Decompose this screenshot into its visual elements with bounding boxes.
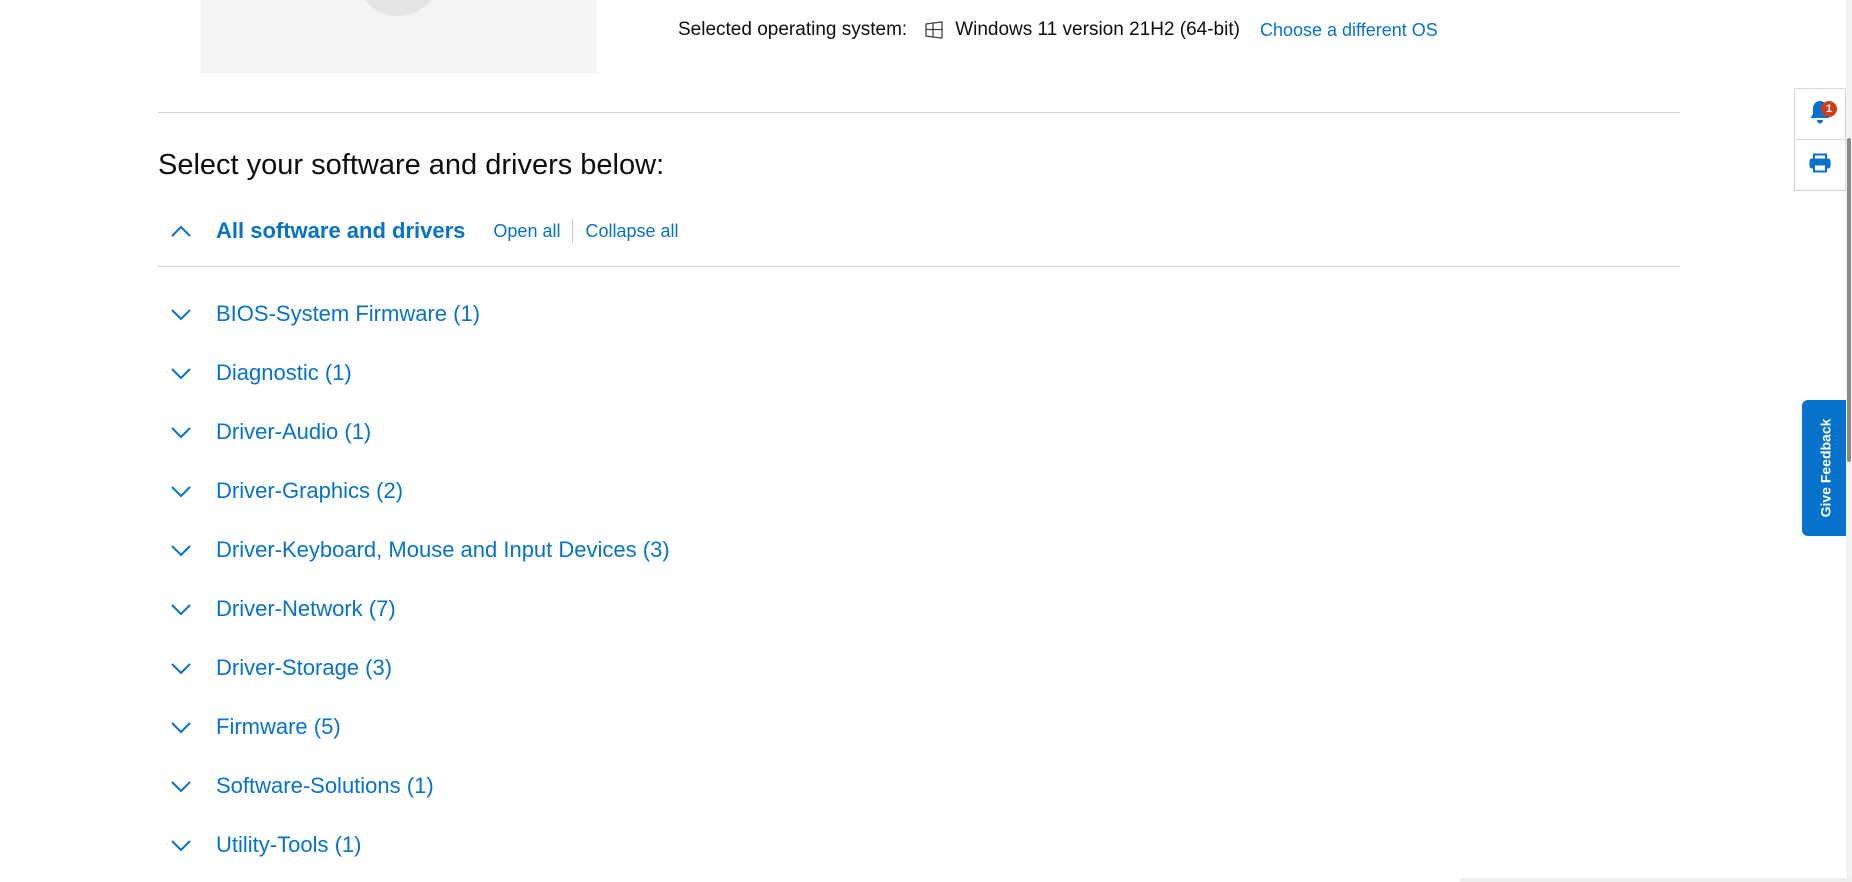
chevron-down-icon[interactable] <box>158 353 216 393</box>
category-item[interactable]: Firmware (5) <box>158 707 670 766</box>
all-software-toggle[interactable]: All software and drivers <box>216 218 465 244</box>
action-separator <box>572 219 574 243</box>
category-item[interactable]: BIOS-System Firmware (1) <box>158 294 670 353</box>
category-item[interactable]: Software-Solutions (1) <box>158 766 670 825</box>
printer-icon <box>1809 153 1831 178</box>
os-label: Selected operating system: <box>678 19 908 40</box>
choose-different-os-link[interactable]: Choose a different OS <box>1260 20 1438 41</box>
selected-os-line: Selected operating system: Windows 11 ve… <box>678 17 1438 43</box>
windows-icon <box>925 21 943 39</box>
category-label[interactable]: Software-Solutions (1) <box>216 766 434 806</box>
category-label[interactable]: Driver-Network (7) <box>216 589 396 629</box>
category-list: BIOS-System Firmware (1) Diagnostic (1) Dr… <box>158 294 670 882</box>
category-item[interactable]: Driver-Network (7) <box>158 589 670 648</box>
divider <box>158 266 1680 267</box>
category-item[interactable]: Driver-Keyboard, Mouse and Input Devices… <box>158 530 670 589</box>
chevron-up-icon[interactable] <box>170 214 216 248</box>
collapse-all-link[interactable]: Collapse all <box>585 221 678 242</box>
chevron-down-icon[interactable] <box>158 707 216 747</box>
category-item[interactable]: Driver-Graphics (2) <box>158 471 670 530</box>
notifications-button[interactable]: 1 <box>1795 89 1845 139</box>
category-item[interactable]: Diagnostic (1) <box>158 353 670 412</box>
all-software-header: All software and drivers Open all Collap… <box>158 214 679 248</box>
section-title: Select your software and drivers below: <box>158 149 665 181</box>
print-button[interactable] <box>1795 139 1845 190</box>
category-item[interactable]: Driver-Storage (3) <box>158 648 670 707</box>
notification-badge: 1 <box>1821 101 1837 117</box>
chevron-down-icon[interactable] <box>158 825 216 865</box>
chevron-down-icon[interactable] <box>158 648 216 688</box>
category-item[interactable]: Utility-Tools (1) <box>158 825 670 882</box>
open-all-link[interactable]: Open all <box>493 221 560 242</box>
chevron-down-icon[interactable] <box>158 530 216 570</box>
os-name: Windows 11 version 21H2 (64-bit) <box>955 19 1240 40</box>
divider <box>158 112 1680 113</box>
scrollbar-thumb[interactable] <box>1847 138 1851 462</box>
floating-tools: 1 <box>1794 88 1846 191</box>
expand-collapse-actions: Open all Collapse all <box>493 219 679 243</box>
give-feedback-label: Give Feedback <box>1817 418 1834 518</box>
bottom-edge <box>1460 878 1852 882</box>
category-label[interactable]: Utility-Tools (1) <box>216 825 361 865</box>
category-label[interactable]: BIOS-System Firmware (1) <box>216 294 480 334</box>
page: Selected operating system: Windows 11 ve… <box>0 0 1852 882</box>
category-label[interactable]: Diagnostic (1) <box>216 353 352 393</box>
chevron-down-icon[interactable] <box>158 412 216 452</box>
chevron-down-icon[interactable] <box>158 589 216 629</box>
category-label[interactable]: Firmware (5) <box>216 707 341 747</box>
category-item[interactable]: Driver-Audio (1) <box>158 412 670 471</box>
give-feedback-tab[interactable]: Give Feedback <box>1802 400 1848 536</box>
product-image-placeholder-shape <box>353 0 443 16</box>
category-label[interactable]: Driver-Keyboard, Mouse and Input Devices… <box>216 530 670 570</box>
chevron-down-icon[interactable] <box>158 471 216 511</box>
category-label[interactable]: Driver-Audio (1) <box>216 412 371 452</box>
chevron-down-icon[interactable] <box>158 294 216 334</box>
chevron-down-icon[interactable] <box>158 766 216 806</box>
product-image <box>201 0 597 73</box>
category-label[interactable]: Driver-Storage (3) <box>216 648 392 688</box>
category-label[interactable]: Driver-Graphics (2) <box>216 471 403 511</box>
